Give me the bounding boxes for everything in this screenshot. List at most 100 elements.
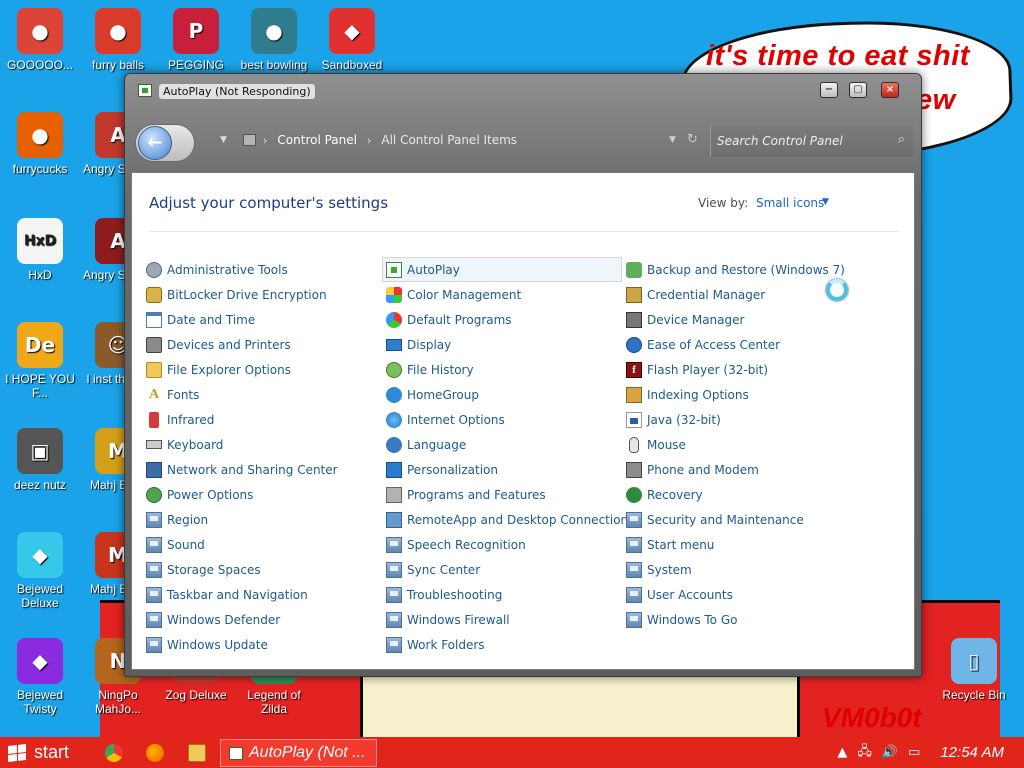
control-panel-item[interactable]: BitLocker Drive Encryption: [146, 282, 382, 307]
control-panel-item[interactable]: Programs and Features: [386, 482, 622, 507]
control-panel-item[interactable]: Windows Update: [146, 632, 382, 657]
title-bar[interactable]: AutoPlay (Not Responding) − ▢ ×: [125, 74, 921, 108]
control-panel-item[interactable]: Indexing Options: [626, 382, 862, 407]
backup-icon: [626, 261, 642, 278]
ir-icon: [149, 411, 159, 428]
start-button[interactable]: start: [0, 737, 92, 768]
control-panel-item[interactable]: Recovery: [626, 482, 862, 507]
remote-icon: [386, 511, 402, 528]
busy-cursor-icon: [826, 279, 848, 301]
control-panel-item[interactable]: Devices and Printers: [146, 332, 382, 357]
search-input[interactable]: [717, 132, 887, 150]
control-panel-item-label: Region: [167, 512, 209, 527]
desktop-icon[interactable]: ● best bowling: [234, 8, 314, 72]
control-panel-item[interactable]: Security and Maintenance: [626, 507, 862, 532]
desktop-icon[interactable]: HxD HxD: [0, 218, 80, 282]
chrome-icon[interactable]: [105, 744, 123, 762]
ease-icon: [626, 336, 642, 353]
desktop-icon[interactable]: ● furrycucks: [0, 112, 80, 176]
address-bar: ← ▼ › Control Panel › All Control Panel …: [125, 108, 921, 172]
notification-icon[interactable]: ▭: [908, 745, 920, 760]
search-icon[interactable]: ⌕: [898, 132, 905, 147]
control-panel-item[interactable]: Backup and Restore (Windows 7): [626, 257, 862, 282]
back-arrow-icon[interactable]: ←: [138, 126, 172, 160]
control-panel-item[interactable]: Speech Recognition: [386, 532, 622, 557]
control-panel-item[interactable]: A Fonts: [146, 382, 382, 407]
windows-logo-icon: [8, 743, 26, 762]
firefox-icon[interactable]: [146, 744, 164, 762]
gen-icon: [386, 536, 402, 553]
control-panel-item-label: Start menu: [647, 537, 715, 552]
control-panel-item-label: Color Management: [407, 287, 522, 302]
control-panel-item[interactable]: Windows Defender: [146, 607, 382, 632]
control-panel-item[interactable]: Troubleshooting: [386, 582, 622, 607]
file-explorer-icon[interactable]: [188, 744, 206, 762]
control-panel-item[interactable]: Windows To Go: [626, 607, 862, 632]
control-panel-item[interactable]: Device Manager: [626, 307, 862, 332]
desktop-icon[interactable]: P PEGGING: [156, 8, 236, 72]
desktop-icon[interactable]: ▣ deez nutz: [0, 428, 80, 492]
minimize-button[interactable]: −: [820, 82, 838, 98]
recent-locations-chevron-icon[interactable]: ▼: [220, 135, 227, 145]
control-panel-item[interactable]: Default Programs: [386, 307, 622, 332]
desktop-icon-label: GOOOOO...: [6, 58, 73, 72]
close-button[interactable]: ×: [881, 82, 899, 98]
control-panel-item[interactable]: Taskbar and Navigation: [146, 582, 382, 607]
control-panel-item[interactable]: f Flash Player (32-bit): [626, 357, 862, 382]
control-panel-item[interactable]: Power Options: [146, 482, 382, 507]
globe-icon: [386, 411, 402, 428]
control-panel-item[interactable]: Color Management: [386, 282, 622, 307]
control-panel-item[interactable]: Mouse: [626, 432, 862, 457]
control-panel-item[interactable]: Date and Time: [146, 307, 382, 332]
control-panel-item[interactable]: Ease of Access Center: [626, 332, 862, 357]
control-panel-item[interactable]: AutoPlay: [382, 257, 622, 282]
control-panel-item[interactable]: Start menu: [626, 532, 862, 557]
desktop-icon[interactable]: ◆ Bejewed Deluxe: [0, 532, 80, 610]
show-hidden-icons-chevron-icon[interactable]: ▲: [837, 745, 847, 760]
control-panel-item[interactable]: Personalization: [386, 457, 622, 482]
maximize-button[interactable]: ▢: [849, 82, 867, 98]
control-panel-item[interactable]: System: [626, 557, 862, 582]
control-panel-item[interactable]: File Explorer Options: [146, 357, 382, 382]
control-panel-item[interactable]: Infrared: [146, 407, 382, 432]
desktop-icon[interactable]: ● furry balls: [78, 8, 158, 72]
control-panel-item[interactable]: Network and Sharing Center: [146, 457, 382, 482]
desktop-icon[interactable]: ◆ Sandboxed: [312, 8, 392, 72]
control-panel-item-label: Device Manager: [647, 312, 745, 327]
address-dropdown-chevron-icon[interactable]: ▼: [669, 135, 676, 145]
control-panel-item[interactable]: Language: [386, 432, 622, 457]
control-panel-item-label: File History: [407, 362, 474, 377]
chevron-down-icon[interactable]: ▼: [822, 197, 829, 207]
java-icon: [626, 411, 642, 428]
control-panel-item[interactable]: Internet Options: [386, 407, 622, 432]
desktop-icon[interactable]: ▯ Recycle Bin: [934, 638, 1014, 702]
clock[interactable]: 12:54 AM: [940, 744, 1004, 761]
control-panel-item[interactable]: File History: [386, 357, 622, 382]
control-panel-item[interactable]: Windows Firewall: [386, 607, 622, 632]
control-panel-item[interactable]: Region: [146, 507, 382, 532]
control-panel-item[interactable]: User Accounts: [626, 582, 862, 607]
recycle-bin-icon: ▯: [951, 638, 997, 684]
control-panel-item[interactable]: HomeGroup: [386, 382, 622, 407]
page-title: Adjust your computer's settings: [149, 194, 389, 212]
control-panel-item[interactable]: RemoteApp and Desktop Connections: [386, 507, 634, 532]
taskbar-task-autoplay[interactable]: AutoPlay (Not ...: [220, 739, 377, 767]
control-panel-item[interactable]: Keyboard: [146, 432, 382, 457]
control-panel-item[interactable]: Sound: [146, 532, 382, 557]
control-panel-item[interactable]: Administrative Tools: [146, 257, 382, 282]
volume-icon[interactable]: 🔊: [882, 745, 898, 760]
breadcrumb-all-items[interactable]: All Control Panel Items: [381, 133, 517, 147]
control-panel-item[interactable]: Java (32-bit): [626, 407, 862, 432]
desktop-icon[interactable]: ◆ Bejewed Twisty: [0, 638, 80, 716]
network-icon[interactable]: 🖧: [857, 742, 872, 764]
control-panel-item[interactable]: Sync Center: [386, 557, 622, 582]
desktop-icon[interactable]: De I HOPE YOU F...: [0, 322, 80, 400]
view-by-dropdown[interactable]: Small icons: [756, 196, 824, 210]
control-panel-item[interactable]: Storage Spaces: [146, 557, 382, 582]
desktop-icon[interactable]: ● GOOOOO...: [0, 8, 80, 72]
refresh-icon[interactable]: ↻: [687, 132, 698, 147]
control-panel-item[interactable]: Display: [386, 332, 622, 357]
breadcrumb-control-panel[interactable]: Control Panel: [277, 133, 357, 147]
control-panel-item[interactable]: Work Folders: [386, 632, 622, 657]
control-panel-item[interactable]: Phone and Modem: [626, 457, 862, 482]
